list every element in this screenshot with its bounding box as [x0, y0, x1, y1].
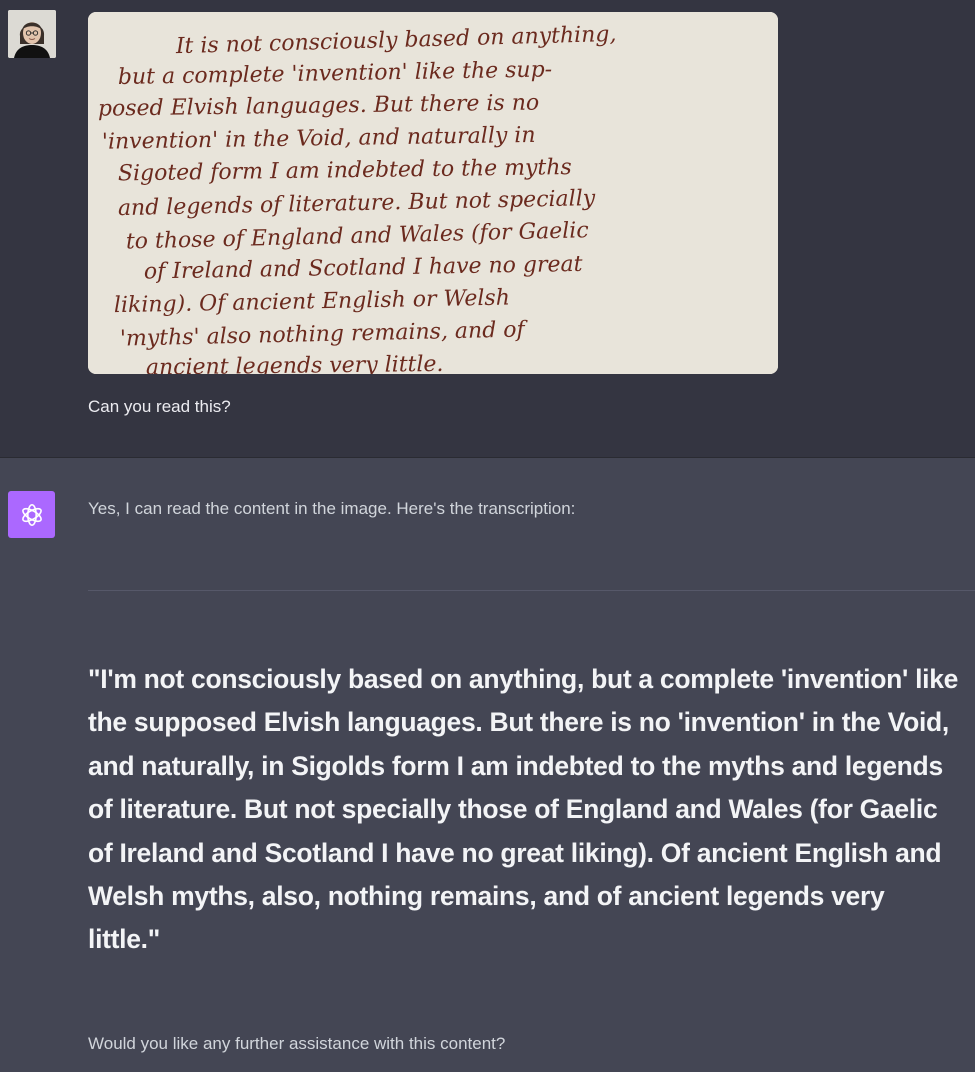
assistant-message-turn: Yes, I can read the content in the image… [0, 458, 975, 1072]
user-avatar-photo-icon [8, 10, 56, 58]
followup-question: Would you like any further assistance wi… [88, 1034, 506, 1053]
user-message-turn: It is not consciously based on anything,… [0, 0, 975, 457]
transcription-text: "I'm not consciously based on anything, … [88, 664, 959, 955]
horizontal-rule [88, 590, 975, 591]
handwriting-scan: It is not consciously based on anything,… [88, 12, 778, 374]
handwritten-line: ancient legends very little. [146, 352, 444, 374]
handwritten-letter-image[interactable]: It is not consciously based on anything,… [88, 12, 778, 374]
user-message-text: Can you read this? [88, 397, 231, 416]
openai-logo-icon [21, 503, 42, 526]
assistant-avatar [8, 491, 55, 538]
assistant-intro-text: Yes, I can read the content in the image… [88, 499, 576, 518]
user-avatar [8, 10, 56, 58]
chat-page: It is not consciously based on anything,… [0, 0, 975, 1072]
